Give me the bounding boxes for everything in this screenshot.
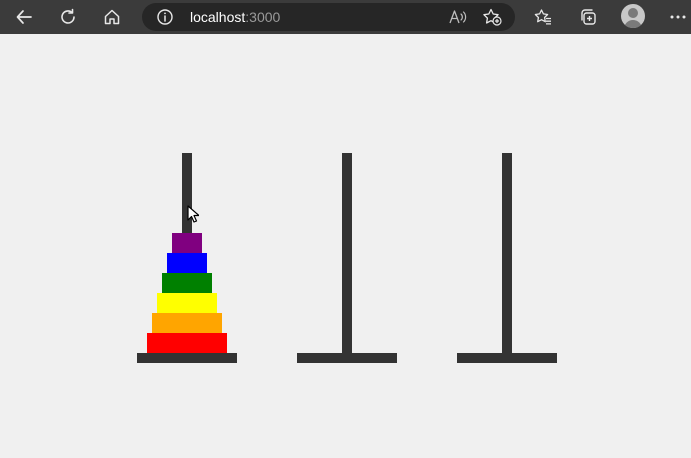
info-icon[interactable] — [156, 8, 174, 26]
address-bar[interactable]: localhost:3000 — [142, 3, 515, 31]
refresh-icon — [61, 8, 75, 24]
back-icon — [16, 10, 32, 24]
tower-pole[interactable] — [502, 153, 512, 353]
mouse-cursor-icon — [187, 205, 199, 223]
tower-base[interactable] — [297, 353, 397, 363]
tower-base[interactable] — [137, 353, 237, 363]
browser-toolbar: localhost:3000 — [0, 0, 691, 34]
disk-6[interactable] — [147, 333, 227, 353]
favorites-icon — [534, 9, 551, 25]
profile-body-shape — [624, 20, 642, 28]
refresh-button[interactable] — [52, 0, 84, 34]
disk-3[interactable] — [162, 273, 212, 293]
more-button[interactable] — [662, 0, 691, 34]
more-icon — [670, 15, 686, 19]
collections-button[interactable] — [572, 0, 604, 34]
home-icon — [104, 9, 120, 25]
hanoi-board — [0, 34, 691, 458]
back-button[interactable] — [8, 0, 40, 34]
profile-icon[interactable] — [621, 4, 645, 28]
url-host: localhost — [190, 9, 246, 25]
read-aloud-icon[interactable] — [448, 8, 468, 26]
disk-5[interactable] — [152, 313, 222, 333]
tower-pole[interactable] — [342, 153, 352, 353]
disk-1[interactable] — [172, 233, 202, 253]
disk-4[interactable] — [157, 293, 217, 313]
url-port: :3000 — [245, 9, 281, 25]
favorites-button[interactable] — [527, 0, 559, 34]
tower-base[interactable] — [457, 353, 557, 363]
add-favorite-icon[interactable] — [482, 8, 502, 26]
collections-icon — [581, 9, 596, 25]
disk-2[interactable] — [167, 253, 207, 273]
profile-head-shape — [628, 8, 638, 18]
home-button[interactable] — [96, 0, 128, 34]
url-text[interactable]: localhost:3000 — [190, 9, 280, 25]
